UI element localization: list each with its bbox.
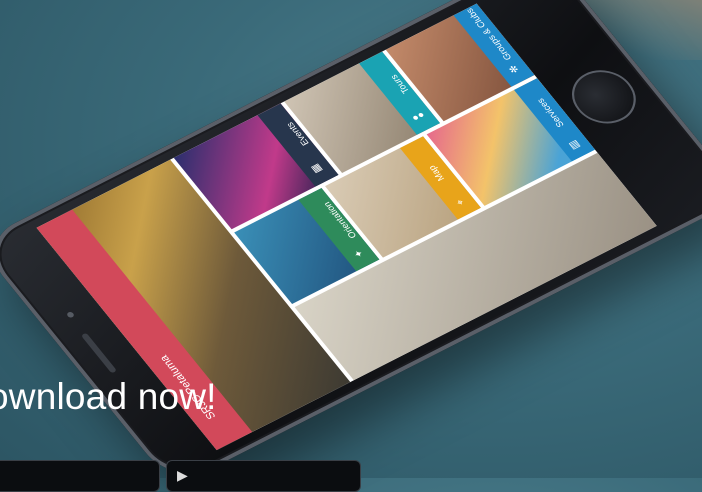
speaker-grille: [80, 332, 118, 374]
app-store-button[interactable]: [0, 460, 160, 492]
play-icon: ▶: [177, 467, 188, 483]
front-camera-icon: [65, 311, 76, 319]
google-play-button[interactable]: ▶: [166, 460, 361, 492]
download-headline: ownload now!: [0, 376, 217, 417]
